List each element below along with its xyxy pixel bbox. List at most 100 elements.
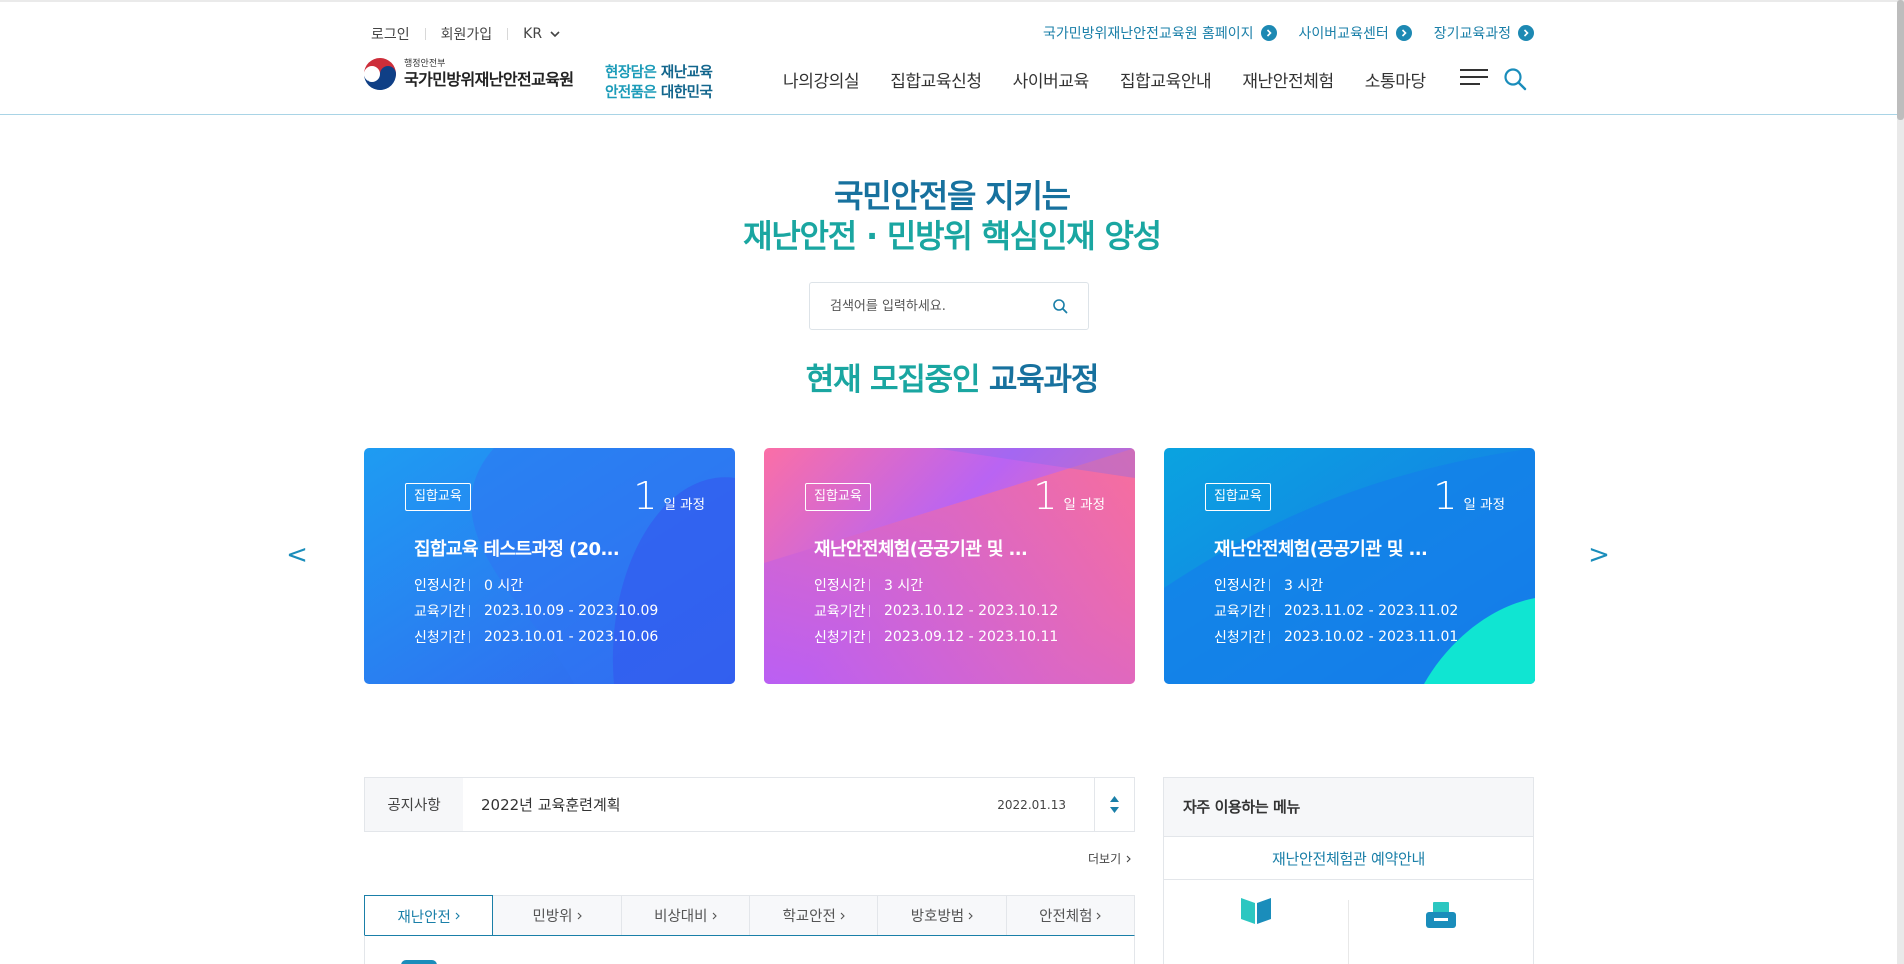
utility-menu-left: 로그인 회원가입 KR [371, 24, 560, 44]
course-type-badge: 집합교육 [405, 483, 471, 511]
hero-title: 국민안전을 지키는 재난안전 · 민방위 핵심인재 양성 [0, 176, 1904, 256]
arrow-right-circle-icon [1395, 25, 1412, 41]
tab-civil-defense[interactable]: 민방위 [493, 896, 622, 935]
search-icon[interactable] [1502, 66, 1528, 92]
arrow-right-circle-icon [1260, 25, 1277, 41]
nav-group-education-info[interactable]: 집합교육안내 [1120, 67, 1212, 92]
slogan: 현장담은 재난교육 안전품은 대한민국 [605, 63, 713, 103]
language-value: KR [523, 26, 543, 42]
info-value: 2023.09.12 - 2023.10.11 [884, 629, 1059, 645]
duration-days: 1 [633, 474, 658, 518]
divider [424, 28, 426, 40]
external-link-homepage[interactable]: 국가민방위재난안전교육원 홈페이지 [1043, 23, 1277, 43]
info-label: 인정시간 [1214, 578, 1266, 594]
info-label: 교육기간 [814, 604, 866, 620]
tab-disaster-safety[interactable]: 재난안전 [364, 895, 494, 936]
nav-my-classroom[interactable]: 나의강의실 [783, 67, 860, 92]
vertical-scrollbar[interactable] [1897, 0, 1904, 964]
caret-down-icon[interactable] [1110, 807, 1119, 813]
course-card[interactable]: 집합교육 1 일 과정 집합교육 테스트과정 (20... 인정시간 0 시간 교육… [364, 448, 735, 684]
search-icon[interactable] [1052, 298, 1068, 314]
info-label: 신청기간 [414, 630, 466, 646]
tab-label: 재난안전 [397, 909, 451, 926]
course-card[interactable]: 집합교육 1 일 과정 재난안전체험(공공기관 및 ... 인정시간 3 시간 교육… [1164, 448, 1535, 684]
tab-label: 안전체험 [1039, 909, 1093, 925]
experience-hall-reservation-link[interactable]: 재난안전체험관 예약안내 [1164, 836, 1533, 880]
institute-name: 국가민방위재난안전교육원 [404, 70, 574, 89]
more-link[interactable]: 더보기 [1088, 850, 1131, 867]
login-link[interactable]: 로그인 [371, 24, 410, 44]
nav-communication[interactable]: 소통마당 [1365, 67, 1426, 92]
tab-emergency-preparedness[interactable]: 비상대비 [622, 896, 750, 935]
tab-label: 학교안전 [782, 909, 836, 925]
quick-menu-item[interactable] [1164, 880, 1348, 964]
printer-icon [1426, 902, 1456, 928]
info-label: 교육기간 [1214, 604, 1266, 620]
chevron-right-icon [840, 912, 845, 919]
info-label: 신청기간 [814, 630, 866, 646]
recruit-title-text: 현재 모집중인 [805, 362, 989, 398]
scrollbar-thumb[interactable] [1897, 0, 1904, 120]
course-info: 인정시간 0 시간 교육기간 2023.10.09 - 2023.10.09 신청기… [414, 572, 658, 650]
hamburger-menu-icon[interactable] [1460, 69, 1488, 87]
chevron-right-icon [577, 912, 582, 919]
info-value: 2023.11.02 - 2023.11.02 [1284, 603, 1459, 619]
nav-cyber-education[interactable]: 사이버교육 [1013, 67, 1090, 92]
main-search-box [809, 282, 1089, 330]
tab-safety-experience[interactable]: 안전체험 [1007, 896, 1134, 935]
external-link-label: 국가민방위재난안전교육원 홈페이지 [1043, 26, 1254, 42]
divider [507, 28, 509, 40]
slogan-text: 안전품은 [605, 85, 661, 101]
info-value: 3 시간 [1284, 578, 1324, 594]
external-link-cyber-center[interactable]: 사이버교육센터 [1299, 23, 1412, 43]
frequent-menu-panel: 자주 이용하는 메뉴 재난안전체험관 예약안내 [1163, 777, 1534, 964]
chevron-down-icon [550, 30, 560, 37]
carousel-next-button[interactable]: > [1587, 540, 1611, 570]
course-duration: 1 일 과정 [633, 476, 705, 516]
chevron-right-icon [1097, 912, 1102, 919]
info-label: 인정시간 [814, 578, 866, 594]
top-border [0, 0, 1904, 2]
logo-text: 행정안전부 국가민방위재난안전교육원 [404, 60, 574, 89]
chevron-right-icon [968, 912, 973, 919]
site-logo[interactable]: 행정안전부 국가민방위재난안전교육원 [363, 57, 574, 91]
slogan-highlight: 대한민국 [660, 85, 713, 101]
info-value: 2023.10.02 - 2023.11.01 [1284, 629, 1459, 645]
info-label: 인정시간 [414, 578, 466, 594]
recruiting-courses-title: 현재 모집중인 교육과정 [0, 354, 1904, 399]
info-value: 0 시간 [484, 578, 524, 594]
nav-disaster-experience[interactable]: 재난안전체험 [1242, 67, 1334, 92]
main-navigation: 나의강의실 집합교육신청 사이버교육 집합교육안내 재난안전체험 소통마당 [783, 67, 1426, 92]
language-selector[interactable]: KR [523, 26, 560, 42]
course-type-badge: 집합교육 [1205, 483, 1271, 511]
tab-school-safety[interactable]: 학교안전 [750, 896, 879, 935]
quick-icon-row [1164, 880, 1533, 964]
course-duration: 1 일 과정 [1433, 476, 1505, 516]
search-input[interactable] [830, 298, 1052, 314]
caret-up-icon[interactable] [1110, 796, 1119, 802]
course-title[interactable]: 재난안전체험(공공기관 및 ... [814, 535, 1028, 561]
slogan-highlight: 재난교육 [660, 65, 713, 81]
external-link-long-term-course[interactable]: 장기교육과정 [1434, 23, 1534, 43]
notice-title[interactable]: 2022년 교육훈련계획 [463, 794, 997, 815]
duration-days: 1 [1433, 474, 1458, 518]
tab-protection-security[interactable]: 방호방범 [878, 896, 1007, 935]
info-label: 신청기간 [1214, 630, 1266, 646]
tab-panel-badge [401, 960, 437, 964]
info-label: 교육기간 [414, 604, 466, 620]
quick-menu-item[interactable] [1348, 900, 1533, 964]
external-link-label: 사이버교육센터 [1298, 26, 1389, 42]
nav-group-education-apply[interactable]: 집합교육신청 [890, 67, 982, 92]
recruit-title-highlight: 교육과정 [988, 362, 1099, 398]
course-card[interactable]: 집합교육 1 일 과정 재난안전체험(공공기관 및 ... 인정시간 3 시간 교육… [764, 448, 1135, 684]
hero-title-line2: 재난안전 · 민방위 핵심인재 양성 [743, 217, 1162, 255]
tab-label: 비상대비 [654, 909, 708, 925]
government-emblem-icon [364, 58, 396, 90]
signup-link[interactable]: 회원가입 [441, 24, 493, 44]
tab-panel [364, 935, 1135, 964]
education-category-tabs: 재난안전 민방위 비상대비 학교안전 방호방범 안전체험 [364, 895, 1135, 936]
course-title[interactable]: 재난안전체험(공공기관 및 ... [1214, 535, 1428, 561]
course-title[interactable]: 집합교육 테스트과정 (20... [414, 535, 620, 561]
carousel-prev-button[interactable]: < [285, 540, 309, 570]
arrow-right-circle-icon [1518, 25, 1534, 41]
